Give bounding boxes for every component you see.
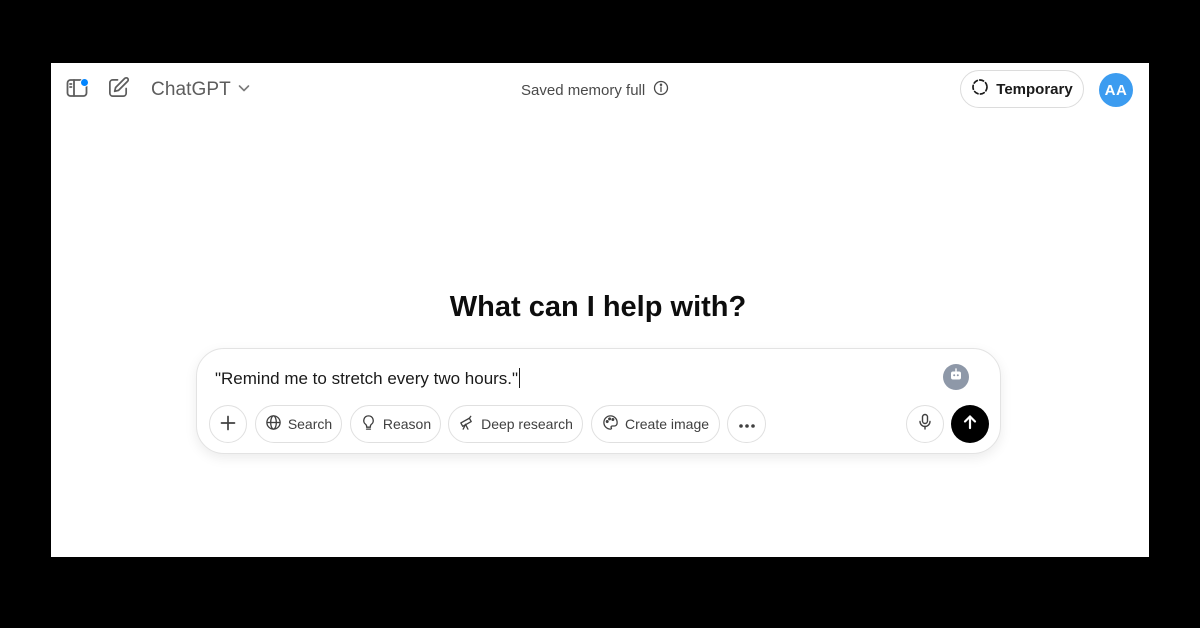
telescope-icon [458,414,475,434]
dashed-circle-icon [971,78,989,101]
deep-research-button[interactable]: Deep research [448,405,583,443]
more-tools-button[interactable] [727,405,766,443]
top-bar: ChatGPT Saved memory full Temporary AA [51,63,1149,117]
create-image-button[interactable]: Create image [591,405,720,443]
lightbulb-icon [360,414,377,434]
search-button[interactable]: Search [255,405,342,443]
text-cursor [519,368,521,388]
prompt-input[interactable]: "Remind me to stretch every two hours." [215,368,521,389]
memory-status-text: Saved memory full [521,81,646,99]
prompt-input-text: "Remind me to stretch every two hours." [215,369,519,388]
page-title: What can I help with? [449,291,747,323]
temporary-chat-button[interactable]: Temporary [960,70,1084,108]
reason-button[interactable]: Reason [350,405,441,443]
send-button[interactable] [951,405,989,443]
globe-icon [265,414,282,434]
paint-palette-icon [602,414,619,434]
info-icon[interactable] [653,80,669,101]
notification-dot [80,78,89,87]
model-selector[interactable]: ChatGPT [145,75,257,105]
sidebar-toggle-button[interactable] [61,74,93,106]
reason-label: Reason [382,416,432,432]
prompt-composer: "Remind me to stretch every two hours." [196,348,1001,454]
chat-window: ChatGPT Saved memory full Temporary AA W… [51,63,1149,557]
plus-icon [219,414,237,435]
memory-status[interactable]: Saved memory full [521,80,669,100]
deep-research-label: Deep research [481,416,573,432]
model-name: ChatGPT [151,79,231,100]
chevron-down-icon [237,81,251,100]
search-label: Search [287,416,333,432]
robot-icon [948,367,964,388]
grammar-assistant-badge[interactable] [943,364,969,390]
create-image-label: Create image [624,416,710,432]
temporary-label: Temporary [996,80,1073,98]
avatar[interactable]: AA [1099,73,1133,107]
more-dots-icon [738,416,756,432]
new-chat-icon [107,76,130,104]
microphone-icon [917,413,933,436]
arrow-up-icon [961,413,979,436]
new-chat-button[interactable] [102,74,134,106]
voice-input-button[interactable] [906,405,944,443]
attach-button[interactable] [209,405,247,443]
